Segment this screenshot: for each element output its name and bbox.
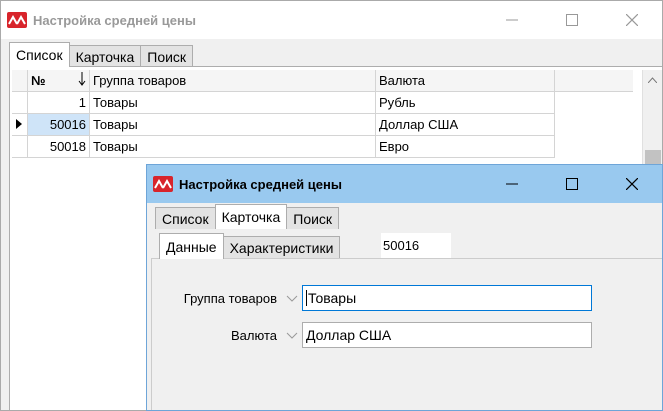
chevron-down-icon[interactable] — [284, 327, 300, 343]
table-row[interactable]: 1 Товары Рубль — [12, 92, 652, 114]
column-header-group[interactable]: Группа товаров — [90, 70, 376, 92]
close-icon[interactable] — [602, 1, 662, 39]
chevron-down-icon[interactable] — [284, 290, 300, 306]
tab-list[interactable]: Список — [155, 207, 216, 229]
window-title: Настройка средней цены — [33, 12, 196, 28]
tab-card[interactable]: Карточка — [214, 204, 288, 229]
tab-search[interactable]: Поиск — [286, 207, 340, 229]
record-id: 50016 — [381, 233, 451, 258]
close-icon[interactable] — [602, 165, 662, 203]
app-logo-icon — [7, 12, 27, 28]
maximize-icon[interactable] — [542, 165, 602, 203]
text-cursor — [306, 290, 307, 306]
grid-header: № Группа товаров Валюта — [12, 70, 652, 92]
column-header-currency[interactable]: Валюта — [376, 70, 555, 92]
tab-search[interactable]: Поиск — [140, 45, 194, 67]
row-pointer-icon — [15, 117, 23, 132]
subtab-characteristics[interactable]: Характеристики — [222, 236, 341, 259]
minimize-icon[interactable] — [482, 1, 542, 39]
data-grid: № Группа товаров Валюта 1 Товары Рубль 5… — [12, 70, 652, 158]
group-input[interactable]: Товары — [302, 285, 592, 311]
table-row[interactable]: 50018 Товары Евро — [12, 136, 652, 158]
front-tab-strip: Список Карточка Поиск — [147, 203, 662, 229]
window-title: Настройка средней цены — [179, 176, 342, 192]
currency-label: Валюта — [231, 328, 277, 343]
front-window-titlebar[interactable]: Настройка средней цены — [147, 165, 662, 203]
column-header-num[interactable]: № — [28, 70, 90, 92]
back-window-titlebar[interactable]: Настройка средней цены — [1, 1, 662, 39]
currency-input[interactable]: Доллар США — [302, 322, 592, 348]
tab-card[interactable]: Карточка — [68, 45, 142, 67]
front-subtab-strip: Данные Характеристики — [147, 229, 341, 259]
back-tab-strip: Список Карточка Поиск — [1, 39, 662, 67]
group-label: Группа товаров — [183, 291, 277, 306]
minimize-icon[interactable] — [482, 165, 542, 203]
sort-arrow-icon — [78, 72, 86, 89]
table-row-selected[interactable]: 50016 Товары Доллар США — [12, 114, 652, 136]
scroll-up-icon[interactable] — [643, 70, 662, 90]
front-window: Настройка средней цены Список Карточка П… — [146, 164, 663, 411]
maximize-icon[interactable] — [542, 1, 602, 39]
app-logo-icon — [153, 176, 173, 192]
subtab-data[interactable]: Данные — [159, 233, 224, 259]
tab-list[interactable]: Список — [9, 42, 70, 67]
